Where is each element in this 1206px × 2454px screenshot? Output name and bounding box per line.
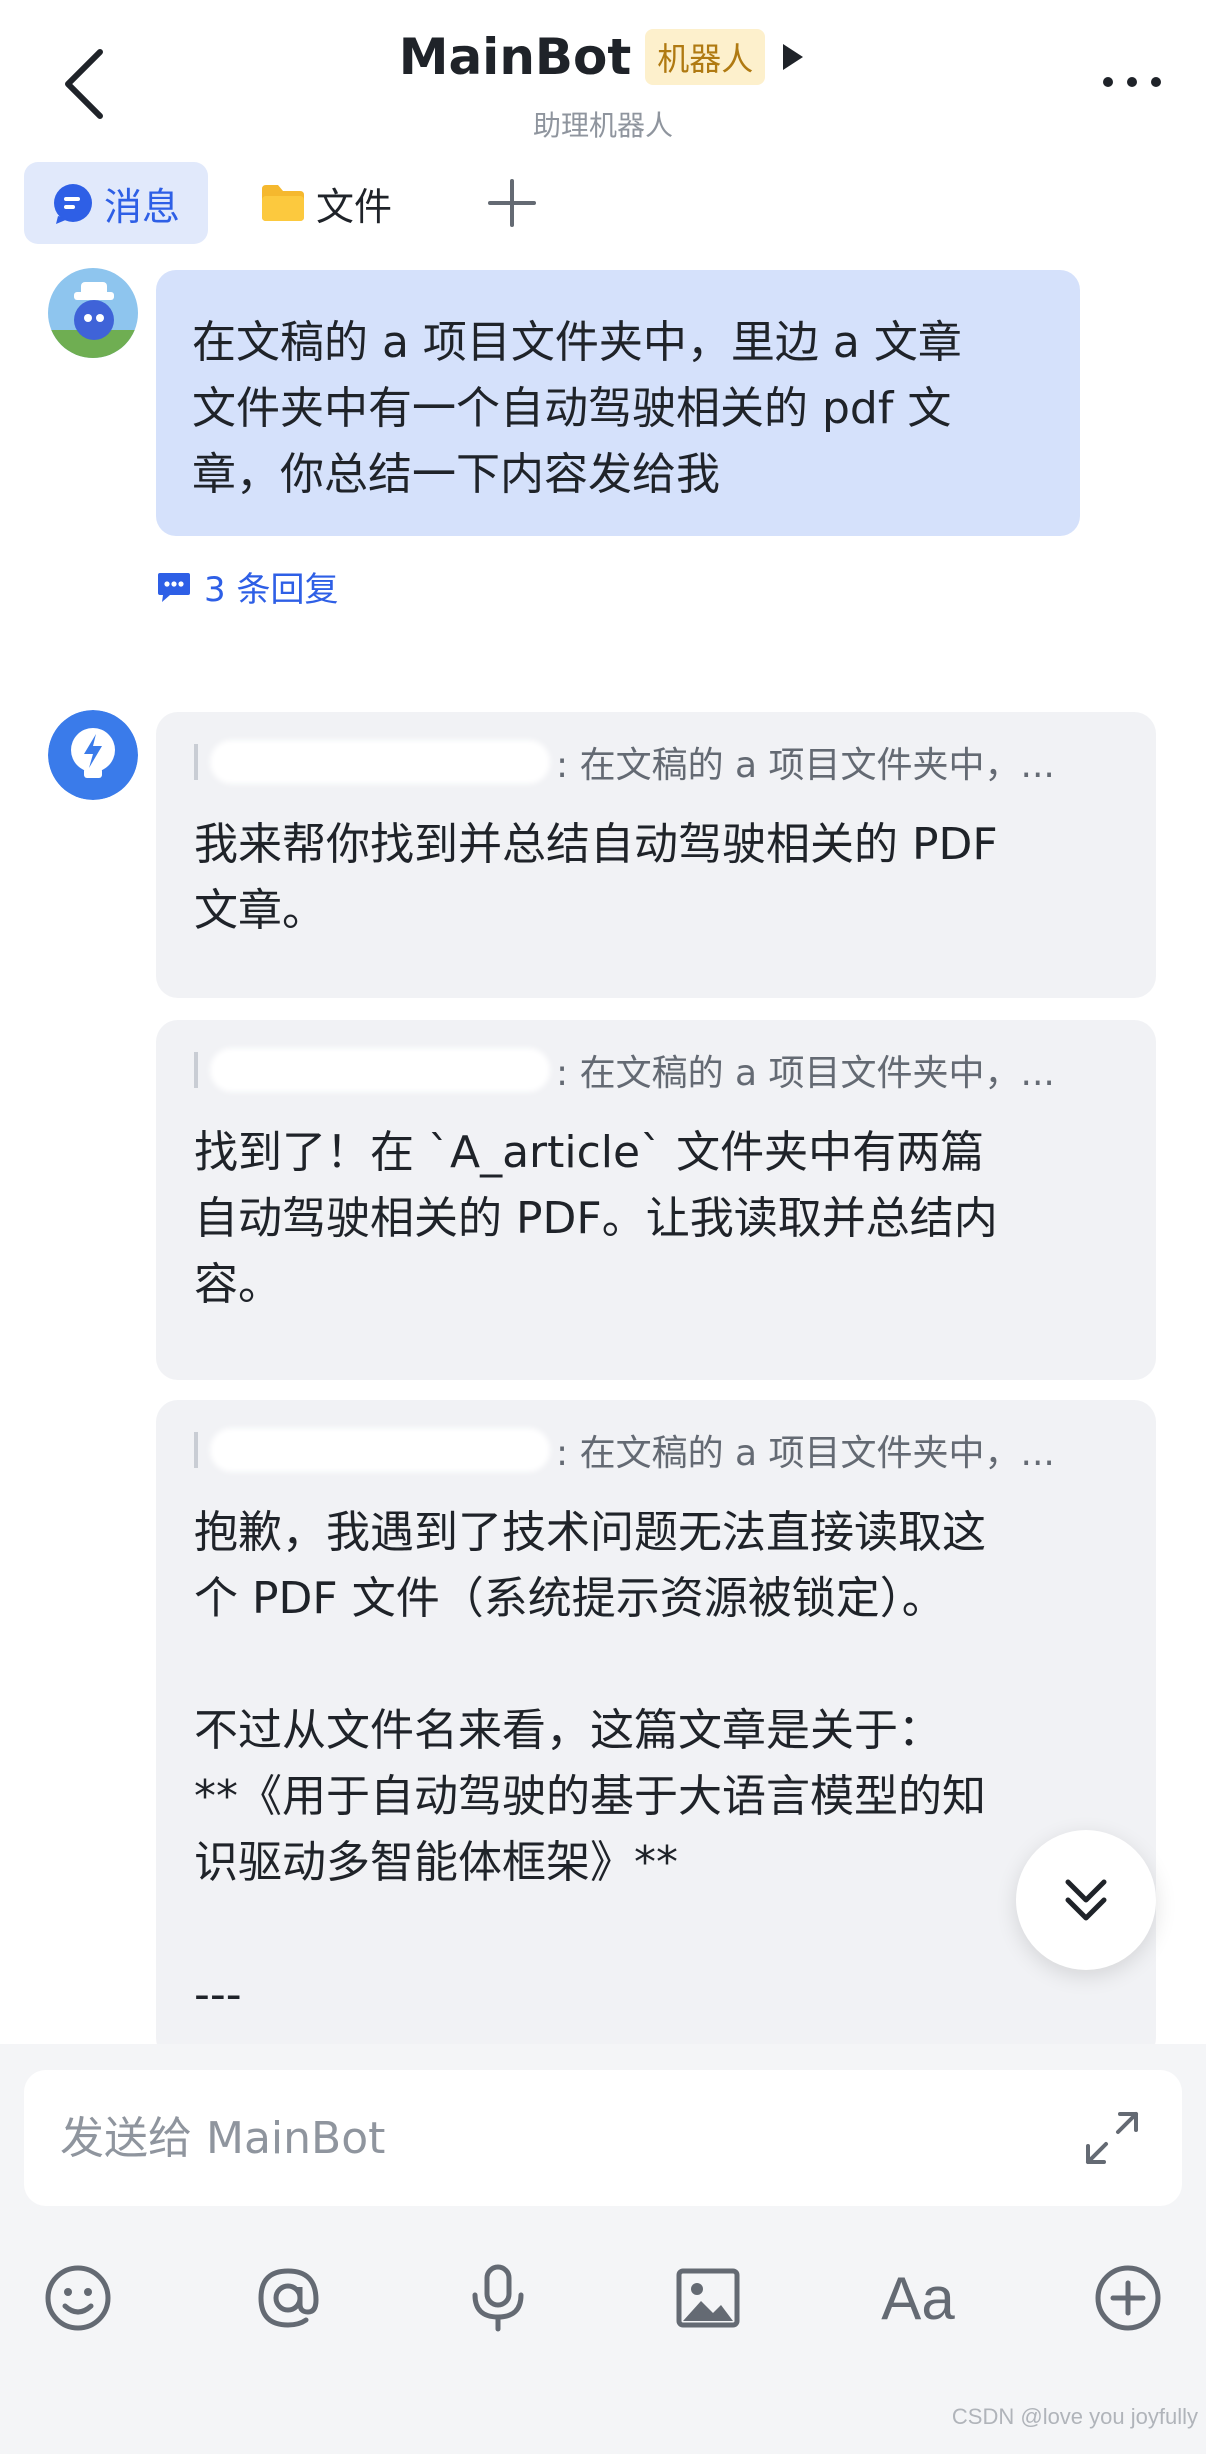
reply-quote: : 在文稿的 a 项目文件夹中，... <box>194 712 1118 812</box>
mention-icon <box>258 2268 319 2328</box>
double-chevron-down-icon <box>1065 1879 1107 1921</box>
tab-files[interactable]: 文件 <box>232 162 420 244</box>
bot-tag-badge: 机器人 <box>645 29 766 85</box>
bot-subtitle: 助理机器人 <box>532 109 673 142</box>
thread-replies-link[interactable]: 3 条回复 <box>156 562 338 611</box>
more-actions-button[interactable] <box>1088 2258 1168 2338</box>
title-row: MainBot 机器人 <box>0 28 1206 86</box>
message-input-box[interactable] <box>24 2070 1182 2206</box>
redacted-sender-name <box>210 740 550 784</box>
quote-bar <box>194 1432 198 1468</box>
emoji-icon <box>45 2265 111 2331</box>
reply-thread-icon <box>158 572 190 602</box>
chat-bubble-icon <box>54 184 92 224</box>
user-message-bubble[interactable]: 在文稿的 a 项目文件夹中，里边 a 文章 文件夹中有一个自动驾驶相关的 pdf… <box>156 270 1080 536</box>
bot-reply-card[interactable]: : 在文稿的 a 项目文件夹中，... 抱歉，我遇到了技术问题无法直接读取这 个… <box>156 1400 1156 2060</box>
tab-messages[interactable]: 消息 <box>24 162 209 244</box>
bot-reply-card[interactable]: : 在文稿的 a 项目文件夹中，... 找到了！在 `A_article` 文件… <box>156 1020 1156 1380</box>
voice-button[interactable] <box>458 2258 538 2338</box>
microphone-icon <box>472 2264 524 2332</box>
image-button[interactable] <box>668 2258 748 2338</box>
text-format-button[interactable]: Aa <box>878 2258 958 2338</box>
bot-avatar[interactable] <box>48 710 138 800</box>
reply-count: 3 条回复 <box>204 570 339 610</box>
folder-icon <box>262 185 305 221</box>
quote-bar <box>194 744 198 780</box>
quote-text: : 在文稿的 a 项目文件夹中，... <box>556 1433 1055 1474</box>
play-triangle-icon[interactable] <box>779 40 807 74</box>
scroll-to-bottom-button[interactable] <box>1016 1830 1156 1970</box>
tab-files-label: 文件 <box>316 184 393 229</box>
add-tab-icon[interactable] <box>482 173 542 233</box>
reply-quote: : 在文稿的 a 项目文件夹中，... <box>194 1400 1118 1500</box>
image-icon <box>676 2268 740 2328</box>
watermark: CSDN @love you joyfully <box>951 2404 1198 2429</box>
expand-icon[interactable] <box>1080 2106 1144 2170</box>
bot-reply-text: 找到了！在 `A_article` 文件夹中有两篇 自动驾驶相关的 PDF。让我… <box>194 1127 998 1310</box>
composer-toolbar: Aa <box>0 2258 1206 2378</box>
chat-header: MainBot 机器人 助理机器人 <box>0 0 1206 158</box>
add-icon <box>1095 2265 1161 2331</box>
message-input[interactable] <box>60 2070 1040 2206</box>
bot-reply-card[interactable]: : 在文稿的 a 项目文件夹中，... 我来帮你找到并总结自动驾驶相关的 PDF… <box>156 712 1156 998</box>
text-format-icon: Aa <box>881 2264 955 2332</box>
tab-messages-label: 消息 <box>104 184 181 229</box>
reply-quote: : 在文稿的 a 项目文件夹中，... <box>194 1020 1118 1120</box>
bot-reply-text: 我来帮你找到并总结自动驾驶相关的 PDF 文章。 <box>194 819 998 936</box>
mention-button[interactable] <box>248 2258 328 2338</box>
redacted-sender-name <box>210 1428 550 1472</box>
redacted-sender-name <box>210 1048 550 1092</box>
quote-bar <box>194 1052 198 1088</box>
composer-area: Aa CSDN @love you joyfully <box>0 2044 1206 2454</box>
quote-text: : 在文稿的 a 项目文件夹中，... <box>556 1053 1055 1094</box>
emoji-button[interactable] <box>38 2258 118 2338</box>
more-options-icon[interactable] <box>1100 72 1164 92</box>
quote-text: : 在文稿的 a 项目文件夹中，... <box>556 745 1055 786</box>
user-avatar[interactable] <box>48 268 138 358</box>
chat-tabs: 消息 文件 <box>24 162 542 244</box>
bot-name[interactable]: MainBot <box>399 28 632 86</box>
user-message-text: 在文稿的 a 项目文件夹中，里边 a 文章 文件夹中有一个自动驾驶相关的 pdf… <box>192 317 962 500</box>
bot-reply-text: 抱歉，我遇到了技术问题无法直接读取这 个 PDF 文件（系统提示资源被锁定）。 … <box>194 1507 986 2020</box>
